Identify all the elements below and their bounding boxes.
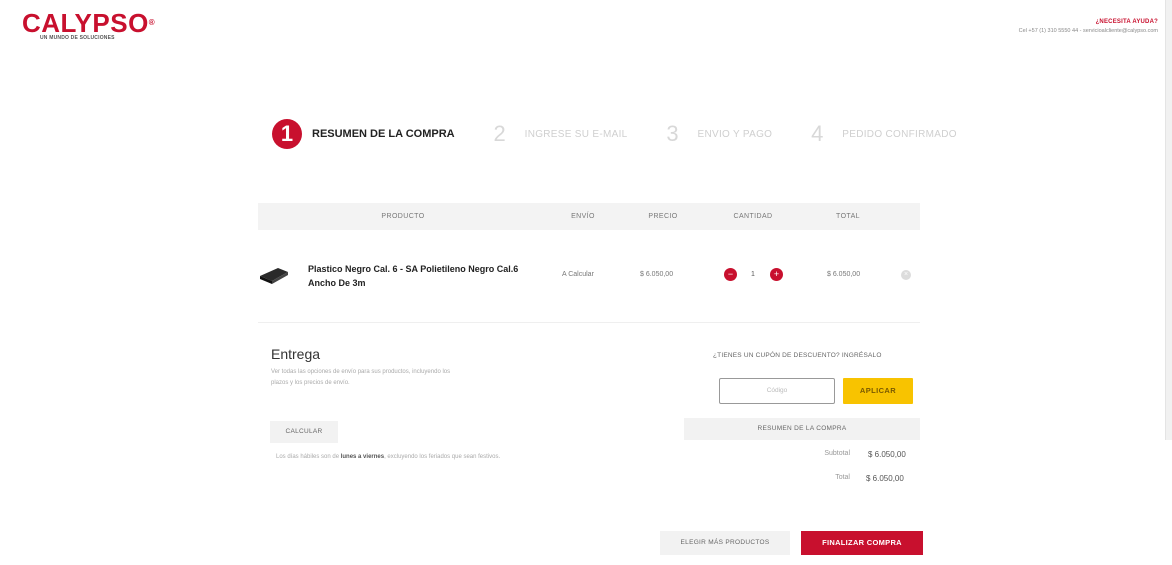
page-scroll-edge xyxy=(1165,0,1172,440)
brand-logo[interactable]: CALYPSO® UN MUNDO DE SOLUCIONES xyxy=(22,10,155,41)
delivery-description: Ver todas las opciones de envío para sus… xyxy=(271,369,451,386)
delivery-note-bold: lunes a viernes xyxy=(340,454,385,460)
apply-coupon-button[interactable]: APLICAR xyxy=(843,378,913,404)
row-divider xyxy=(258,322,920,323)
keep-shopping-button[interactable]: ELEGIR MÁS PRODUCTOS xyxy=(660,531,790,555)
plus-icon: + xyxy=(773,269,780,279)
header-product: PRODUCTO xyxy=(381,213,425,220)
header-shipping: ENVÍO xyxy=(571,213,595,220)
step-2: 2 INGRESE SU E-MAIL xyxy=(485,119,628,149)
brand-name: CALYPSO xyxy=(22,8,149,38)
step-label: PEDIDO CONFIRMADO xyxy=(842,128,957,140)
remove-item-button[interactable]: × xyxy=(901,270,911,280)
brand-trademark: ® xyxy=(148,18,156,27)
quantity-value[interactable]: 1 xyxy=(751,271,755,278)
help-box: ¿NECESITA AYUDA? Cel +57 (1) 310 5550 44… xyxy=(1019,19,1158,34)
header-quantity: CANTIDAD xyxy=(733,213,773,220)
delivery-note-suffix: , excluyendo los feriados que sean festi… xyxy=(384,454,501,460)
step-1: 1 RESUMEN DE LA COMPRA xyxy=(272,119,455,149)
subtotal-value: $ 6.050,00 xyxy=(868,450,906,459)
coupon-input[interactable]: Código xyxy=(719,378,835,404)
step-label: INGRESE SU E-MAIL xyxy=(524,128,628,140)
close-icon: × xyxy=(903,271,909,278)
step-3: 3 ENVIO Y PAGO xyxy=(658,119,773,149)
help-contact[interactable]: Cel +57 (1) 310 5550 44 - servicioalclie… xyxy=(1019,28,1158,34)
quantity-minus-button[interactable]: − xyxy=(724,268,737,281)
help-title[interactable]: ¿NECESITA AYUDA? xyxy=(1019,19,1158,25)
quantity-plus-button[interactable]: + xyxy=(770,268,783,281)
step-4: 4 PEDIDO CONFIRMADO xyxy=(802,119,957,149)
step-number: 4 xyxy=(811,121,824,146)
step-label: RESUMEN DE LA COMPRA xyxy=(312,128,455,140)
header-price: PRECIO xyxy=(648,213,678,220)
step-label: ENVIO Y PAGO xyxy=(697,128,773,140)
total-label: Total xyxy=(835,474,850,481)
header-total: TOTAL xyxy=(836,213,860,220)
product-name[interactable]: Plastico Negro Cal. 6 - SA Polietileno N… xyxy=(308,262,538,290)
delivery-title: Entrega xyxy=(271,346,321,362)
minus-icon: − xyxy=(727,269,734,279)
step-number: 2 xyxy=(493,121,506,146)
cart-table-header: PRODUCTO ENVÍO PRECIO CANTIDAD TOTAL xyxy=(258,203,920,230)
row-price: $ 6.050,00 xyxy=(640,271,674,278)
summary-title: RESUMEN DE LA COMPRA xyxy=(684,418,920,440)
delivery-note: Los días hábiles son de lunes a viernes,… xyxy=(276,454,500,460)
row-total: $ 6.050,00 xyxy=(827,271,861,278)
step-number: 1 xyxy=(272,119,302,149)
finish-purchase-button[interactable]: FINALIZAR COMPRA xyxy=(801,531,923,555)
subtotal-label: Subtotal xyxy=(824,450,850,457)
row-shipping: A Calcular xyxy=(562,271,594,278)
product-image[interactable] xyxy=(258,264,290,284)
coupon-question: ¿TIENES UN CUPÓN DE DESCUENTO? INGRÉSALO xyxy=(713,352,882,359)
calculate-shipping-button[interactable]: CALCULAR xyxy=(270,421,338,443)
cart-row: Plastico Negro Cal. 6 - SA Polietileno N… xyxy=(258,240,920,318)
checkout-steps: 1 RESUMEN DE LA COMPRA 2 INGRESE SU E-MA… xyxy=(272,117,987,151)
step-number: 3 xyxy=(666,121,679,146)
total-value: $ 6.050,00 xyxy=(866,474,904,483)
delivery-note-prefix: Los días hábiles son de xyxy=(276,454,341,460)
